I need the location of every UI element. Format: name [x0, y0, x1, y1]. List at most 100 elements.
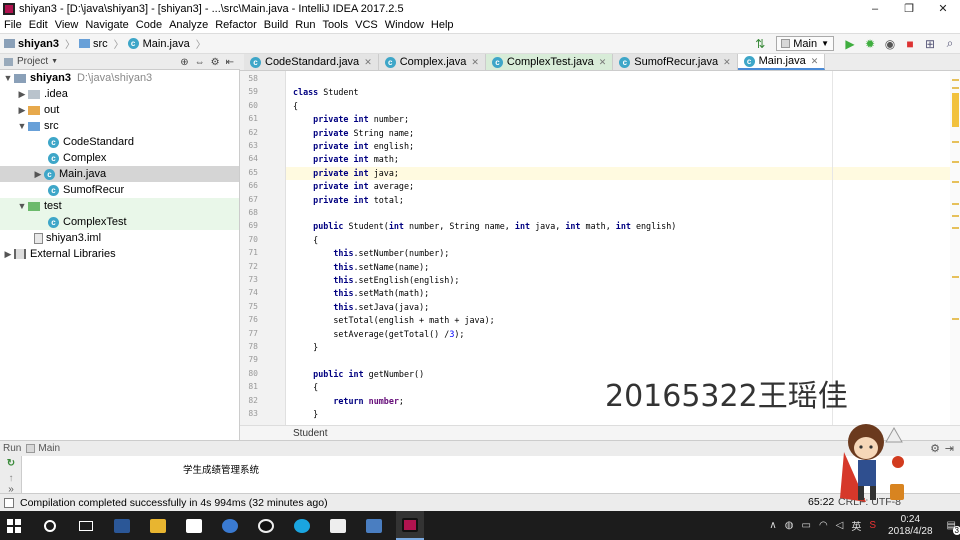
maximize-button[interactable]: ❐: [892, 0, 926, 17]
tree-item-codestandard[interactable]: c CodeStandard: [0, 134, 239, 150]
menu-vcs[interactable]: VCS: [355, 19, 378, 31]
tree-item-complex[interactable]: c Complex: [0, 150, 239, 166]
error-stripe-mark[interactable]: [952, 276, 959, 278]
tray-expand-icon[interactable]: ∧: [769, 520, 776, 531]
menu-code[interactable]: Code: [136, 19, 162, 31]
code-line[interactable]: private int average;: [293, 181, 414, 191]
start-button[interactable]: [0, 511, 28, 540]
notification-center-icon[interactable]: ▤ 3: [947, 520, 960, 535]
breadcrumb-file[interactable]: c Main.java: [127, 38, 190, 50]
menu-tools[interactable]: Tools: [322, 19, 348, 31]
code-line[interactable]: public int getNumber(): [293, 369, 424, 379]
code-line[interactable]: {: [293, 101, 298, 111]
code-line[interactable]: return number;: [293, 396, 404, 406]
tab-complextest[interactable]: c ComplexTest.java ✕: [485, 54, 614, 70]
error-stripe-mark[interactable]: [952, 87, 959, 89]
error-stripe-mark[interactable]: [952, 227, 959, 229]
collapse-all-icon[interactable]: ⇔: [195, 57, 205, 68]
code-line[interactable]: private int math;: [293, 154, 399, 164]
breadcrumb-project[interactable]: shiyan3: [4, 38, 59, 50]
code-line[interactable]: private int java;: [293, 168, 399, 178]
tree-item-out[interactable]: ▶ out: [0, 102, 239, 118]
code-line[interactable]: this.setMath(math);: [293, 288, 429, 298]
close-tab-icon[interactable]: ✕: [599, 57, 607, 68]
tab-codestandard[interactable]: c CodeStandard.java ✕: [244, 54, 379, 70]
code-line[interactable]: }: [293, 342, 318, 352]
close-tab-icon[interactable]: ✕: [811, 56, 819, 67]
stop-icon[interactable]: ■: [902, 37, 918, 51]
menu-analyze[interactable]: Analyze: [169, 19, 208, 31]
run-config-select[interactable]: Main ▼: [776, 36, 834, 51]
browser-app-icon[interactable]: [216, 511, 244, 540]
code-line[interactable]: this.setJava(java);: [293, 302, 429, 312]
code-line[interactable]: }: [293, 409, 318, 419]
code-line[interactable]: private int number;: [293, 114, 409, 124]
word-app-icon[interactable]: [108, 511, 136, 540]
menu-edit[interactable]: Edit: [29, 19, 48, 31]
volume-icon[interactable]: ◁: [836, 520, 844, 531]
editor-scrollbar[interactable]: [950, 71, 960, 425]
error-stripe-mark[interactable]: [952, 215, 959, 217]
caret-position[interactable]: 65:22: [808, 496, 834, 508]
rerun-icon[interactable]: ↻: [0, 456, 22, 471]
code-line[interactable]: this.setNumber(number);: [293, 248, 449, 258]
expand-arrow-icon[interactable]: ▼: [16, 201, 28, 211]
tree-item-idea[interactable]: ▶ .idea: [0, 86, 239, 102]
network-icon[interactable]: ◠: [819, 520, 828, 531]
debug-icon[interactable]: ✹: [862, 37, 878, 51]
tree-item-src[interactable]: ▼ src: [0, 118, 239, 134]
error-stripe-mark[interactable]: [952, 79, 959, 81]
code-line[interactable]: private int english;: [293, 141, 414, 151]
build-icon[interactable]: ⇅: [752, 37, 768, 51]
run-icon[interactable]: ▶: [842, 37, 858, 51]
tree-item-external-libraries[interactable]: ▶ External Libraries: [0, 246, 239, 262]
tree-item-main[interactable]: ▶ c Main.java: [0, 166, 239, 182]
error-stripe-mark[interactable]: [952, 141, 959, 143]
expand-arrow-icon[interactable]: ▼: [16, 121, 28, 131]
toggle-tool-windows-icon[interactable]: [4, 497, 14, 508]
tree-item-sumofrecur[interactable]: c SumofRecur: [0, 182, 239, 198]
hide-panel-icon[interactable]: ⇥: [945, 442, 954, 455]
tab-complex[interactable]: c Complex.java ✕: [378, 54, 486, 70]
collapse-arrow-icon[interactable]: ▶: [32, 169, 44, 180]
cortana-icon[interactable]: [36, 511, 64, 540]
sogou-icon[interactable]: S: [869, 520, 876, 531]
explorer-app-icon[interactable]: [144, 511, 172, 540]
tray-app-icon[interactable]: ◍: [785, 520, 794, 531]
error-stripe-mark[interactable]: [952, 181, 959, 183]
qq-app-icon[interactable]: [252, 511, 280, 540]
code-editor[interactable]: 58 59 class Student 60 {61 private int numbe…: [240, 71, 960, 425]
breadcrumb-src[interactable]: src: [78, 38, 108, 50]
coverage-icon[interactable]: ◉: [882, 37, 898, 51]
code-line[interactable]: public Student(int number, String name, …: [293, 221, 676, 231]
code-line[interactable]: {: [293, 235, 318, 245]
collapse-arrow-icon[interactable]: ▶: [16, 105, 28, 116]
task-view-icon[interactable]: [72, 511, 100, 540]
code-line[interactable]: setAverage(getTotal() /3);: [293, 329, 464, 339]
battery-icon[interactable]: ▭: [801, 520, 810, 531]
code-line[interactable]: setTotal(english + math + java);: [293, 315, 494, 325]
mail-app-icon[interactable]: [324, 511, 352, 540]
scroll-thumb[interactable]: [952, 93, 959, 127]
intellij-taskbar-app[interactable]: [396, 511, 424, 540]
code-line[interactable]: class Student: [293, 87, 359, 97]
menu-refactor[interactable]: Refactor: [215, 19, 257, 31]
close-tab-icon[interactable]: ✕: [723, 57, 731, 68]
collapse-arrow-icon[interactable]: ▶: [16, 89, 28, 100]
tree-item-iml[interactable]: shiyan3.iml: [0, 230, 239, 246]
store-app-icon[interactable]: [180, 511, 208, 540]
gear-icon[interactable]: ⚙: [930, 442, 940, 455]
tab-sumofrecur[interactable]: c SumofRecur.java ✕: [613, 54, 738, 70]
collapse-arrow-icon[interactable]: ▶: [2, 249, 14, 260]
tree-item-root[interactable]: ▼ shiyan3 D:\java\shiyan3: [0, 70, 239, 86]
expand-arrow-icon[interactable]: ▼: [2, 73, 14, 83]
gear-icon[interactable]: ⚙: [211, 57, 220, 68]
menu-build[interactable]: Build: [264, 19, 288, 31]
close-tab-icon[interactable]: ✕: [471, 57, 479, 68]
tab-main[interactable]: c Main.java ✕: [737, 54, 826, 70]
tree-item-complextest[interactable]: c ComplexTest: [0, 214, 239, 230]
virtualbox-app-icon[interactable]: [360, 511, 388, 540]
error-stripe-mark[interactable]: [952, 161, 959, 163]
code-line[interactable]: private int total;: [293, 195, 404, 205]
menu-view[interactable]: View: [55, 19, 79, 31]
